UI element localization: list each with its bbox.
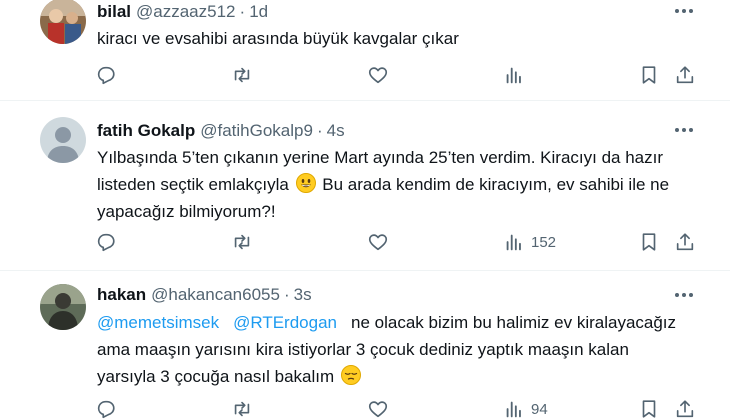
more-icon[interactable]	[672, 120, 696, 140]
user-handle[interactable]: @fatihGokalp9	[200, 121, 313, 141]
views-button[interactable]: 94	[503, 396, 548, 420]
retweet-button[interactable]	[231, 396, 253, 420]
tweet-header: fatih Gokalp @fatihGokalp9 · 4s	[97, 121, 345, 141]
reply-button[interactable]	[95, 62, 117, 88]
tweet-text-line: Yılbaşında 5’ten çıkanın yerine Mart ayı…	[97, 148, 664, 167]
separator: ·	[316, 121, 323, 140]
views-count: 152	[531, 233, 557, 251]
retweet-icon	[234, 67, 250, 83]
tweet-text: @memetsimsek @RTErdogan ne olacak bizim bu…	[97, 309, 707, 390]
timestamp[interactable]: 3s	[294, 285, 312, 305]
grinning-face-emoji	[295, 173, 316, 193]
user-handle[interactable]: @azzaaz512	[136, 2, 236, 22]
retweet-icon	[234, 234, 250, 250]
bookmark-icon	[642, 400, 656, 418]
tweet-text-segment: Bu arada kendim de kiracıyım, ev sahibi …	[322, 175, 670, 194]
mention-link[interactable]: @RTErdogan	[233, 313, 337, 332]
share-icon	[676, 233, 694, 251]
mention-link[interactable]: @memetsimsek	[97, 313, 219, 332]
avatar[interactable]	[40, 284, 86, 330]
retweet-icon	[234, 401, 250, 417]
display-name[interactable]: fatih Gokalp	[97, 121, 195, 141]
timestamp[interactable]: 1d	[249, 2, 268, 22]
tweet-text-segment: yarsıyla 3 çocuğa nasıl bakalım	[97, 367, 335, 386]
user-handle[interactable]: @hakancan6055	[151, 285, 280, 305]
tweet-text-line: yapacağız bilmiyorum?!	[97, 202, 276, 221]
separator: ·	[239, 2, 246, 21]
more-icon[interactable]	[672, 1, 696, 21]
tweet-text-line: listeden seçtik emlakçıyla Bu arada kend…	[97, 171, 707, 198]
pensive-face-emoji	[340, 365, 361, 385]
like-icon	[368, 401, 388, 418]
retweet-button[interactable]	[231, 229, 253, 255]
tweet-header: hakan @hakancan6055 · 3s	[97, 285, 312, 305]
views-icon	[506, 234, 521, 251]
tweet-text-line: @memetsimsek @RTErdogan ne olacak bizim bu…	[97, 309, 707, 336]
views-count: 94	[531, 400, 548, 418]
action-bar: 94	[0, 396, 730, 420]
avatar[interactable]	[40, 0, 86, 44]
reply-icon	[97, 233, 115, 252]
bookmark-button[interactable]	[638, 229, 660, 255]
tweet-header: bilal @azzaaz512 · 1d	[97, 2, 268, 22]
tweet-text: Yılbaşında 5’ten çıkanın yerine Mart ayı…	[97, 144, 707, 225]
separator: ·	[283, 285, 290, 304]
retweet-button[interactable]	[231, 62, 253, 88]
tweet-text-segment: ne olacak bizim bu halimiz ev kiralayaca…	[351, 313, 677, 332]
like-button[interactable]	[367, 62, 389, 88]
share-icon	[676, 66, 694, 84]
share-button[interactable]	[674, 229, 696, 255]
tweet-bilal[interactable]: bilal @azzaaz512 · 1d kiracı ve evsahibi…	[0, 0, 730, 100]
tweet-text-line: yarsıyla 3 çocuğa nasıl bakalım	[97, 363, 707, 390]
views-icon	[506, 401, 521, 418]
action-bar: 152	[0, 229, 730, 255]
tweet-text-line: kiracı ve evsahibi arasında büyük kavgal…	[97, 29, 459, 48]
tweet-hakan[interactable]: hakan @hakancan6055 · 3s @memetsimsek @RT…	[0, 271, 730, 420]
bookmark-icon	[642, 66, 656, 84]
display-name[interactable]: hakan	[97, 285, 146, 305]
share-button[interactable]	[674, 62, 696, 88]
display-name[interactable]: bilal	[97, 2, 131, 22]
like-button[interactable]	[367, 229, 389, 255]
views-icon	[506, 67, 521, 84]
timestamp[interactable]: 4s	[327, 121, 345, 141]
action-bar	[0, 62, 730, 88]
bookmark-button[interactable]	[638, 396, 660, 420]
bookmark-icon	[642, 233, 656, 251]
like-icon	[368, 234, 388, 251]
tweet-fatih[interactable]: fatih Gokalp @fatihGokalp9 · 4s Yılbaşın…	[0, 101, 730, 270]
reply-button[interactable]	[95, 396, 117, 420]
share-icon	[676, 400, 694, 418]
more-icon[interactable]	[672, 285, 696, 305]
avatar[interactable]	[40, 117, 86, 163]
tweet-text-segment: listeden seçtik emlakçıyla	[97, 175, 289, 194]
share-button[interactable]	[674, 396, 696, 420]
tweet-text: kiracı ve evsahibi arasında büyük kavgal…	[97, 25, 707, 52]
bookmark-button[interactable]	[638, 62, 660, 88]
views-button[interactable]	[503, 62, 531, 88]
reply-icon	[97, 400, 115, 419]
reply-button[interactable]	[95, 229, 117, 255]
views-button[interactable]: 152	[503, 229, 556, 255]
tweet-text-line: ama maaşın yarısını kira istiyorlar 3 ço…	[97, 340, 629, 359]
reply-icon	[97, 66, 115, 85]
like-button[interactable]	[367, 396, 389, 420]
like-icon	[368, 67, 388, 84]
